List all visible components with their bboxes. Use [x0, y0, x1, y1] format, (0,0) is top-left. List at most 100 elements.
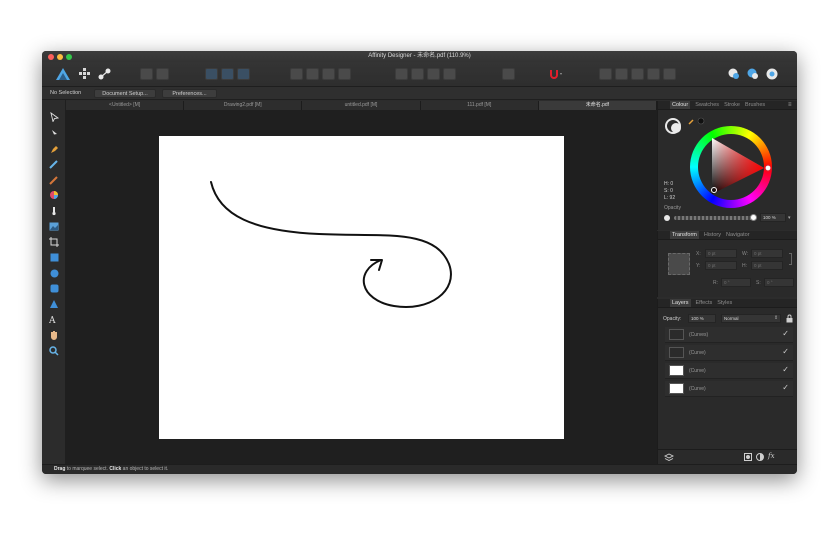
tab-colour[interactable]: Colour: [670, 101, 691, 109]
boolean-divide-icon[interactable]: [663, 68, 676, 80]
svg-text:A: A: [49, 316, 56, 325]
snapping-icon[interactable]: [156, 68, 169, 80]
zoom-window-button[interactable]: [66, 54, 72, 60]
lock-children-icon[interactable]: [763, 66, 781, 82]
blend-mode-chevron-icon: ⇕: [774, 315, 779, 321]
h-field[interactable]: 0 pt: [751, 261, 783, 270]
boolean-intersect-icon[interactable]: [631, 68, 644, 80]
canvas-area[interactable]: [66, 110, 657, 464]
layer-row[interactable]: (Curves) ✓: [665, 327, 793, 343]
rounded-rectangle-tool-icon[interactable]: [48, 282, 60, 294]
vector-brush-tool-icon[interactable]: [48, 174, 60, 186]
triangle-tool-icon[interactable]: [48, 298, 60, 310]
layer-row[interactable]: (Curve) ✓: [665, 363, 793, 379]
tab-active-document[interactable]: 未命名.pdf: [538, 101, 658, 110]
rotate-left-icon[interactable]: [427, 68, 440, 80]
flip-horizontal-icon[interactable]: [395, 68, 408, 80]
rotate-right-icon[interactable]: [443, 68, 456, 80]
lock-icon[interactable]: [786, 314, 793, 323]
opacity-slider-handle[interactable]: [750, 214, 757, 221]
tab-untitled-pdf[interactable]: untitled.pdf [M]: [302, 101, 421, 110]
pen-tool-icon[interactable]: [48, 143, 60, 155]
zoom-tool-icon[interactable]: [48, 345, 60, 357]
snapping-magnet-icon[interactable]: [546, 66, 564, 82]
tab-swatches[interactable]: Swatches: [695, 101, 719, 109]
document-setup-button[interactable]: Document Setup...: [94, 89, 156, 98]
curve-drawing[interactable]: [159, 136, 564, 439]
effects-icon[interactable]: fx: [768, 452, 775, 460]
visibility-check-icon[interactable]: ✓: [782, 383, 789, 392]
designer-persona-icon[interactable]: [54, 66, 72, 82]
mask-icon[interactable]: [744, 66, 762, 82]
tab-111-pdf[interactable]: 111.pdf [M]: [420, 101, 539, 110]
transparency-tool-icon[interactable]: [48, 205, 60, 217]
status-click-word: Click: [109, 466, 122, 472]
text-tool-icon[interactable]: A: [48, 314, 60, 326]
select-bounds-icon[interactable]: [205, 68, 218, 80]
arrange-front-icon[interactable]: [338, 68, 351, 80]
layers-stack-icon[interactable]: [664, 453, 674, 462]
layer-opacity-field[interactable]: 100 %: [688, 314, 716, 323]
x-label: X:: [696, 251, 701, 257]
ellipse-tool-icon[interactable]: [48, 267, 60, 279]
tab-history[interactable]: History: [704, 231, 721, 239]
crop-tool-icon[interactable]: [48, 236, 60, 248]
select-transform-icon[interactable]: [221, 68, 234, 80]
boolean-subtract-icon[interactable]: [615, 68, 628, 80]
view-mode-icon[interactable]: [140, 68, 153, 80]
rectangle-tool-icon[interactable]: [48, 251, 60, 263]
tab-layers[interactable]: Layers: [670, 299, 691, 307]
opacity-field[interactable]: 100 %: [760, 213, 786, 222]
mask-layer-icon[interactable]: [744, 453, 752, 461]
arrange-back-icon[interactable]: [290, 68, 303, 80]
preferences-button[interactable]: Preferences...: [162, 89, 217, 98]
fill-tool-icon[interactable]: [48, 189, 60, 201]
visibility-check-icon[interactable]: ✓: [782, 365, 789, 374]
tab-navigator[interactable]: Navigator: [726, 231, 750, 239]
layer-row[interactable]: (Curve) ✓: [665, 345, 793, 361]
colour-wheel[interactable]: [690, 126, 772, 208]
close-window-button[interactable]: [48, 54, 54, 60]
artboard[interactable]: [159, 136, 564, 439]
tab-drawing2[interactable]: Drawing2.pdf [M]: [184, 101, 303, 110]
tab-brushes[interactable]: Brushes: [745, 101, 765, 109]
hand-tool-icon[interactable]: [48, 329, 60, 341]
aspect-lock-icon[interactable]: [789, 253, 792, 265]
tab-transform[interactable]: Transform: [670, 231, 699, 239]
panel-menu-icon[interactable]: ≡: [788, 102, 792, 108]
rotation-field[interactable]: 0 °: [721, 278, 751, 287]
place-image-tool-icon[interactable]: [48, 220, 60, 232]
anchor-point-selector[interactable]: [668, 253, 690, 275]
boolean-xor-icon[interactable]: [647, 68, 660, 80]
tab-effects[interactable]: Effects: [696, 299, 713, 307]
tab-stroke[interactable]: Stroke: [724, 101, 740, 109]
opacity-slider[interactable]: [674, 216, 752, 220]
fill-stroke-swatch-icon[interactable]: [665, 116, 687, 136]
export-persona-icon[interactable]: [96, 66, 114, 82]
colour-picker-icon[interactable]: [688, 117, 706, 125]
node-tool-icon[interactable]: [48, 127, 60, 139]
pencil-tool-icon[interactable]: [48, 158, 60, 170]
arrange-forward-icon[interactable]: [322, 68, 335, 80]
boolean-add-icon[interactable]: [599, 68, 612, 80]
x-field[interactable]: 0 pt: [705, 249, 737, 258]
align-icon[interactable]: [502, 68, 515, 80]
pixel-persona-icon[interactable]: [76, 66, 94, 82]
visibility-check-icon[interactable]: ✓: [782, 329, 789, 338]
opacity-dropdown-icon[interactable]: ▾: [788, 215, 791, 221]
shear-field[interactable]: 0 °: [764, 278, 794, 287]
select-object-icon[interactable]: [237, 68, 250, 80]
tab-untitled[interactable]: <Untitled> [M]: [66, 101, 185, 110]
arrange-backward-icon[interactable]: [306, 68, 319, 80]
layer-row[interactable]: (Curve) ✓: [665, 381, 793, 397]
y-field[interactable]: 0 pt: [705, 261, 737, 270]
flip-vertical-icon[interactable]: [411, 68, 424, 80]
visibility-check-icon[interactable]: ✓: [782, 347, 789, 356]
blend-mode-select[interactable]: Normal: [721, 314, 781, 323]
minimize-window-button[interactable]: [57, 54, 63, 60]
tab-styles[interactable]: Styles: [717, 299, 732, 307]
assistant-icon[interactable]: [725, 66, 743, 82]
w-field[interactable]: 0 pt: [751, 249, 783, 258]
move-tool-icon[interactable]: [48, 111, 60, 123]
adjustment-icon[interactable]: [756, 453, 764, 461]
